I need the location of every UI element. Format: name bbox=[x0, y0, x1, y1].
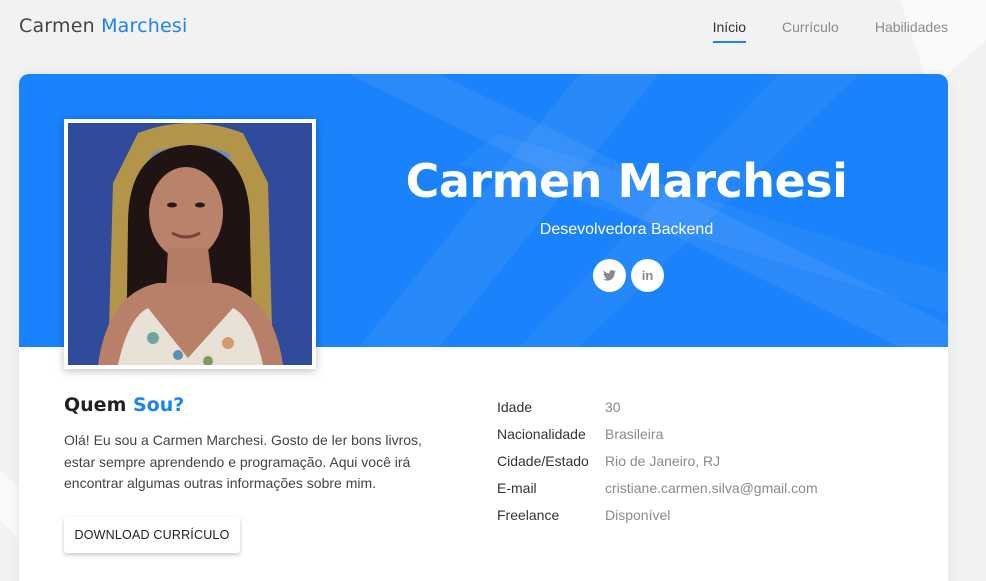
nav-habilidades[interactable]: Habilidades bbox=[875, 19, 948, 41]
info-row-age: Idade 30 bbox=[497, 393, 818, 420]
info-label: Idade bbox=[497, 398, 533, 415]
top-bar: Carmen Marchesi Início Currículo Habilid… bbox=[0, 0, 986, 60]
info-value[interactable]: cristiane.carmen.silva@gmail.com bbox=[605, 480, 818, 496]
about-text: Olá! Eu sou a Carmen Marchesi. Gosto de … bbox=[64, 432, 422, 491]
profile-photo-image bbox=[68, 123, 312, 365]
linkedin-glyph: in bbox=[641, 268, 654, 283]
info-value: Disponível bbox=[605, 506, 671, 523]
info-value: Brasileira bbox=[605, 425, 664, 442]
about-title-accent: Sou? bbox=[133, 394, 185, 416]
info-label: E-mail bbox=[497, 479, 537, 496]
profile-card: Carmen Marchesi Desevolvedora Backend in bbox=[19, 74, 948, 581]
brand-last-name: Marchesi bbox=[101, 15, 188, 37]
linkedin-icon[interactable]: in bbox=[631, 259, 664, 292]
brand-first-name: Carmen bbox=[19, 15, 95, 37]
social-links: in bbox=[593, 259, 664, 292]
nav-inicio[interactable]: Início bbox=[712, 19, 747, 43]
personal-info-list: Idade 30 Nacionalidade Brasileira Cidade… bbox=[497, 393, 818, 528]
info-label: Freelance bbox=[497, 506, 560, 523]
info-label: Nacionalidade bbox=[497, 425, 586, 442]
twitter-icon[interactable] bbox=[593, 259, 626, 292]
hero-name: Carmen Marchesi bbox=[405, 154, 848, 208]
download-cv-button[interactable]: DOWNLOAD CURRÍCULO bbox=[64, 517, 240, 553]
hero-role: Desevolvedora Backend bbox=[539, 221, 714, 238]
info-row-email: E-mail cristiane.carmen.silva@gmail.com bbox=[497, 474, 818, 501]
info-label: Cidade/Estado bbox=[497, 452, 589, 469]
info-row-freelance: Freelance Disponível bbox=[497, 501, 818, 528]
info-row-nationality: Nacionalidade Brasileira bbox=[497, 420, 818, 447]
brand-logo[interactable]: Carmen Marchesi bbox=[19, 15, 187, 37]
info-value: 30 bbox=[605, 398, 621, 415]
about-title-first: Quem bbox=[64, 394, 127, 416]
profile-photo bbox=[64, 119, 316, 369]
main-nav: Início Currículo Habilidades bbox=[712, 19, 948, 43]
info-row-city: Cidade/Estado Rio de Janeiro, RJ bbox=[497, 447, 818, 474]
about-title: Quem Sou? bbox=[64, 394, 184, 416]
info-value: Rio de Janeiro, RJ bbox=[605, 452, 721, 469]
nav-curriculo[interactable]: Currículo bbox=[782, 19, 839, 41]
